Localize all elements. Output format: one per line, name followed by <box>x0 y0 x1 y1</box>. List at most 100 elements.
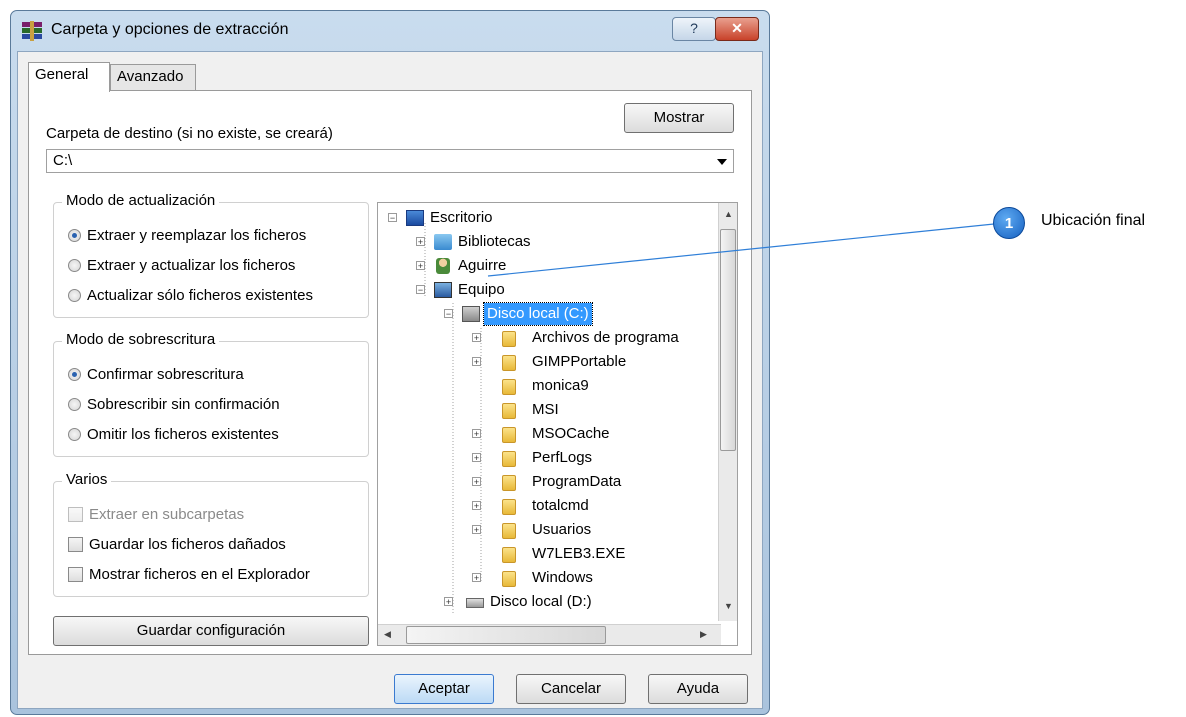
dialog-client-area: General Avanzado Carpeta de destino (si … <box>17 51 763 709</box>
misc-option-damaged[interactable]: Guardar los ficheros dañados <box>68 536 286 553</box>
tree-label: MSOCache <box>532 425 610 442</box>
folder-tree[interactable]: − Escritorio + Bibliotecas + Aguirre − E… <box>377 202 738 646</box>
tree-label: monica9 <box>532 377 589 394</box>
expand-icon[interactable]: + <box>472 501 481 511</box>
option-label: Sobrescribir sin confirmación <box>87 396 280 413</box>
tree-label: Escritorio <box>430 209 493 226</box>
libraries-icon <box>434 234 452 250</box>
misc-group: Varios Extraer en subcarpetas Guardar lo… <box>53 471 369 597</box>
scroll-left-icon[interactable]: ◀ <box>384 629 391 640</box>
help-title-button[interactable]: ? <box>672 17 716 41</box>
option-label: Extraer en subcarpetas <box>89 506 245 523</box>
scroll-down-icon[interactable]: ▼ <box>724 601 733 611</box>
desktop-icon <box>406 210 424 226</box>
radio-selected-icon[interactable] <box>68 368 81 381</box>
tree-label: Bibliotecas <box>458 233 531 250</box>
expand-icon[interactable]: + <box>444 597 453 607</box>
expand-icon[interactable]: + <box>472 477 481 487</box>
option-label: Mostrar ficheros en el Explorador <box>89 566 310 583</box>
radio-icon[interactable] <box>68 259 81 272</box>
cancel-button[interactable]: Cancelar <box>516 674 626 704</box>
expand-icon[interactable]: + <box>472 573 481 583</box>
option-label: Extraer y actualizar los ficheros <box>87 257 296 274</box>
tree-label: Windows <box>532 569 593 586</box>
folder-icon <box>502 499 516 515</box>
tree-label: ProgramData <box>532 473 622 490</box>
expand-icon[interactable]: + <box>472 333 481 343</box>
destination-label: Carpeta de destino (si no existe, se cre… <box>46 125 333 142</box>
tree-label: Usuarios <box>532 521 592 538</box>
expand-icon[interactable]: + <box>416 237 425 247</box>
folder-icon <box>502 355 516 371</box>
title-bar[interactable]: Carpeta y opciones de extracción ? ✕ <box>11 11 769 51</box>
drive-icon <box>466 598 484 608</box>
user-icon <box>436 258 450 274</box>
radio-icon[interactable] <box>68 289 81 302</box>
help-button[interactable]: Ayuda <box>648 674 748 704</box>
destination-path-value: C:\ <box>53 152 73 169</box>
callout-label: Ubicación final <box>1041 212 1146 229</box>
update-option-existing[interactable]: Actualizar sólo ficheros existentes <box>68 287 313 304</box>
misc-option-subfolders: Extraer en subcarpetas <box>68 506 244 523</box>
horizontal-scrollbar[interactable]: ◀ ▶ <box>378 624 721 645</box>
tree-label: Aguirre <box>458 257 507 274</box>
radio-selected-icon[interactable] <box>68 229 81 242</box>
overwrite-mode-group: Modo de sobrescritura Confirmar sobrescr… <box>53 331 369 457</box>
callout-number-badge: 1 <box>993 207 1025 239</box>
collapse-icon[interactable]: − <box>416 285 425 295</box>
destination-path-combo[interactable]: C:\ <box>46 149 734 173</box>
tree-label-selected: Disco local (C:) <box>483 302 593 326</box>
checkbox-icon[interactable] <box>68 567 83 582</box>
tree-label: Equipo <box>458 281 505 298</box>
winrar-app-icon <box>22 21 42 41</box>
tree-label: Archivos de programa <box>532 329 679 346</box>
option-label: Omitir los ficheros existentes <box>87 426 279 443</box>
misc-option-explorer[interactable]: Mostrar ficheros en el Explorador <box>68 566 310 583</box>
scroll-right-icon[interactable]: ▶ <box>700 629 707 640</box>
expand-icon[interactable]: + <box>416 261 425 271</box>
close-button[interactable]: ✕ <box>715 17 759 41</box>
expand-icon[interactable]: + <box>472 429 481 439</box>
folder-icon <box>502 379 516 395</box>
overwrite-option-confirm[interactable]: Confirmar sobrescritura <box>68 366 244 383</box>
save-config-button[interactable]: Guardar configuración <box>53 616 369 646</box>
vertical-scrollbar[interactable]: ▲ ▼ <box>718 203 737 621</box>
folder-icon <box>502 523 516 539</box>
tab-general[interactable]: General <box>28 62 110 92</box>
scroll-thumb[interactable] <box>720 229 736 451</box>
tree-label: MSI <box>532 401 559 418</box>
tab-avanzado[interactable]: Avanzado <box>110 64 196 90</box>
update-mode-title: Modo de actualización <box>62 192 220 209</box>
radio-icon[interactable] <box>68 428 81 441</box>
computer-icon <box>434 282 452 298</box>
general-tab-panel: Carpeta de destino (si no existe, se cre… <box>28 90 752 655</box>
scroll-thumb-horizontal[interactable] <box>406 626 606 644</box>
overwrite-option-no-confirm[interactable]: Sobrescribir sin confirmación <box>68 396 280 413</box>
tree-label: GIMPPortable <box>532 353 627 370</box>
option-label: Confirmar sobrescritura <box>87 366 244 383</box>
expand-icon[interactable]: + <box>472 525 481 535</box>
expand-icon[interactable]: + <box>472 357 481 367</box>
accept-button[interactable]: Aceptar <box>394 674 494 704</box>
overwrite-option-skip[interactable]: Omitir los ficheros existentes <box>68 426 279 443</box>
collapse-icon[interactable]: − <box>444 309 453 319</box>
update-option-replace[interactable]: Extraer y reemplazar los ficheros <box>68 227 306 244</box>
collapse-icon[interactable]: − <box>388 213 397 223</box>
checkbox-icon[interactable] <box>68 537 83 552</box>
update-option-update[interactable]: Extraer y actualizar los ficheros <box>68 257 295 274</box>
folder-icon <box>502 427 516 443</box>
folder-icon <box>502 451 516 467</box>
checkbox-icon <box>68 507 83 522</box>
chevron-down-icon[interactable] <box>717 159 727 165</box>
scroll-up-icon[interactable]: ▲ <box>724 209 733 219</box>
tree-label: W7LEB3.EXE <box>532 545 626 562</box>
expand-icon[interactable]: + <box>472 453 481 463</box>
show-button[interactable]: Mostrar <box>624 103 734 133</box>
extraction-dialog: Carpeta y opciones de extracción ? ✕ Gen… <box>10 10 770 715</box>
folder-icon <box>502 571 516 587</box>
radio-icon[interactable] <box>68 398 81 411</box>
overwrite-mode-title: Modo de sobrescritura <box>62 331 220 348</box>
option-label: Extraer y reemplazar los ficheros <box>87 227 307 244</box>
folder-icon <box>502 475 516 491</box>
drive-icon <box>462 306 480 322</box>
